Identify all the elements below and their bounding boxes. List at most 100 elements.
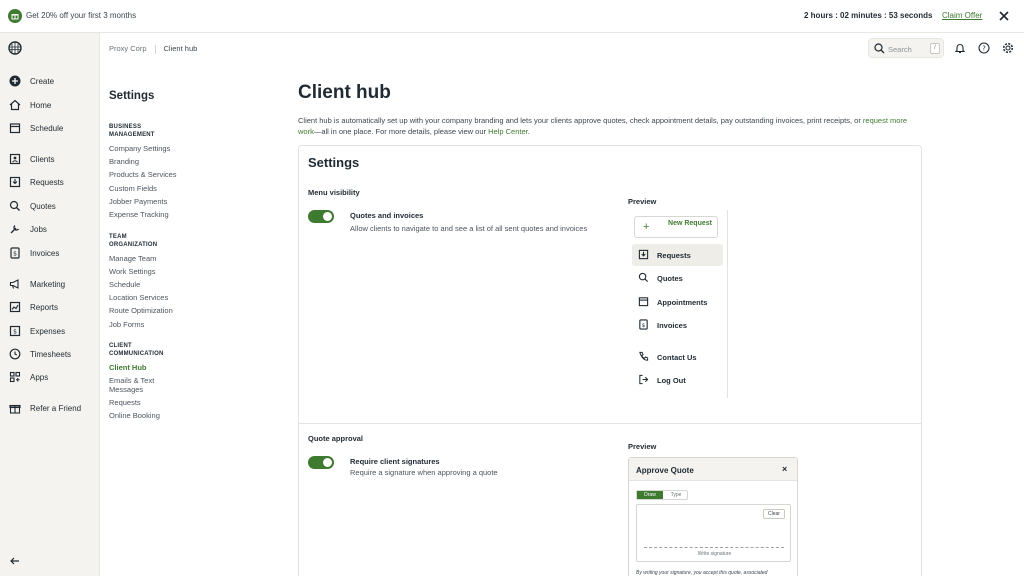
promo-bar: Get 20% off your first 3 months 2 hours … <box>0 0 1024 33</box>
clients-icon <box>9 153 21 165</box>
nav-item-schedule[interactable]: Schedule <box>0 118 100 138</box>
new-request-button[interactable]: + New Request <box>634 216 718 238</box>
nav-item-quotes[interactable]: Quotes <box>0 196 100 216</box>
settings-link[interactable]: Expense Tracking <box>109 210 169 219</box>
signature-note: By writing your signature, you accept th… <box>636 570 768 576</box>
preview-item-appointments[interactable]: Appointments <box>632 291 723 313</box>
preview-item-label: Appointments <box>657 298 708 307</box>
logout-icon <box>638 374 649 385</box>
help-center-link[interactable]: Help Center <box>488 127 528 136</box>
signature-line <box>644 547 784 548</box>
nav-item-home[interactable]: Home <box>0 95 100 115</box>
nav-item-expenses[interactable]: $ Expenses <box>0 321 100 341</box>
preview-item-contact-us[interactable]: Contact Us <box>632 346 723 368</box>
help-icon[interactable]: ? <box>978 42 990 54</box>
search-shortcut: / <box>930 43 940 54</box>
nav-label: Home <box>30 101 52 110</box>
calendar-icon <box>9 122 21 134</box>
nav-item-jobs[interactable]: Jobs <box>0 219 100 239</box>
settings-link[interactable]: Manage Team <box>109 254 156 263</box>
nav-item-apps[interactable]: Apps <box>0 367 100 387</box>
approve-quote-preview: Approve Quote × Draw Type Clear Write si… <box>628 457 798 576</box>
collapse-sidebar-icon[interactable] <box>9 555 21 567</box>
quotes-icon <box>638 272 649 283</box>
desc-text: . <box>527 126 530 136</box>
nav-item-create[interactable]: Create <box>0 71 100 91</box>
plus-icon: + <box>643 221 650 233</box>
preview-item-quotes[interactable]: Quotes <box>632 267 723 289</box>
tab-type[interactable]: Type <box>663 491 689 499</box>
main-sidebar: Create Home Schedule Clients Requests Qu… <box>0 33 100 576</box>
settings-link[interactable]: Custom Fields <box>109 184 157 193</box>
client-signatures-toggle[interactable] <box>308 456 334 469</box>
quotes-invoices-title: Quotes and invoices <box>350 211 424 220</box>
clear-button[interactable]: Clear <box>763 509 785 519</box>
settings-link[interactable]: Requests <box>109 398 141 407</box>
quotes-invoices-toggle[interactable] <box>308 210 334 223</box>
reports-icon <box>9 301 21 313</box>
breadcrumb-company[interactable]: Proxy Corp <box>109 44 147 53</box>
jobber-logo-icon[interactable] <box>8 41 22 55</box>
close-icon[interactable] <box>996 8 1012 24</box>
settings-link[interactable]: Job Forms <box>109 320 144 329</box>
page-description: Client hub is automatically set up with … <box>298 116 908 137</box>
search-input[interactable]: Search / <box>868 38 944 58</box>
quotes-icon <box>9 200 21 212</box>
preview-item-invoices[interactable]: $ Invoices <box>632 314 723 336</box>
card-title: Settings <box>308 155 360 170</box>
nav-label: Quotes <box>30 202 56 211</box>
preview-item-label: Invoices <box>657 321 688 330</box>
invoices-icon: $ <box>638 319 649 330</box>
settings-link[interactable]: Branding <box>109 157 139 166</box>
approve-quote-header: Approve Quote × <box>629 458 797 481</box>
nav-label: Invoices <box>30 249 60 258</box>
requests-icon <box>638 249 649 260</box>
svg-text:$: $ <box>642 323 646 329</box>
nav-item-timesheets[interactable]: Timesheets <box>0 344 100 364</box>
breadcrumb-divider <box>154 44 156 54</box>
settings-link[interactable]: Online Booking <box>109 411 160 420</box>
settings-link[interactable]: Route Optimization <box>109 306 173 315</box>
nav-item-refer-a-friend[interactable]: Refer a Friend <box>0 398 100 418</box>
plus-circle-icon <box>9 75 21 87</box>
gear-icon[interactable] <box>1002 42 1014 54</box>
nav-label: Clients <box>30 155 55 164</box>
settings-nav-title: Settings <box>109 90 155 102</box>
promo-timer: 2 hours : 02 minutes : 53 seconds <box>804 11 933 20</box>
settings-link[interactable]: Work Settings <box>109 267 156 276</box>
tab-draw[interactable]: Draw <box>637 491 663 499</box>
page-title: Client hub <box>298 82 391 103</box>
preview-item-log-out[interactable]: Log Out <box>632 369 723 391</box>
nav-item-requests[interactable]: Requests <box>0 172 100 192</box>
settings-link[interactable]: Schedule <box>109 280 140 289</box>
nav-item-clients[interactable]: Clients <box>0 149 100 169</box>
settings-link[interactable]: Company Settings <box>109 144 170 153</box>
new-request-label: New Request <box>668 220 712 227</box>
settings-link-active[interactable]: Client Hub <box>109 363 147 372</box>
nav-item-reports[interactable]: Reports <box>0 297 100 317</box>
svg-text:$: $ <box>13 251 17 258</box>
preview-item-requests[interactable]: Requests <box>632 244 723 266</box>
close-icon[interactable]: × <box>782 464 787 474</box>
signature-pad[interactable]: Clear Write signature <box>636 504 791 562</box>
svg-text:?: ? <box>982 45 986 53</box>
nav-label: Schedule <box>30 124 64 133</box>
settings-link[interactable]: Jobber Payments <box>109 197 167 206</box>
preview-label: Preview <box>628 442 657 451</box>
nav-label: Refer a Friend <box>30 404 82 413</box>
nav-item-invoices[interactable]: $ Invoices <box>0 243 100 263</box>
home-icon <box>9 99 21 111</box>
claim-offer-link[interactable]: Claim Offer <box>942 11 982 20</box>
nav-label: Marketing <box>30 280 66 289</box>
settings-link[interactable]: Emails & Text Messages <box>109 376 169 394</box>
section-divider <box>299 423 921 424</box>
settings-link[interactable]: Products & Services <box>109 170 177 179</box>
bell-icon[interactable] <box>954 42 966 54</box>
desc-text: —all in one place. For more details, ple… <box>313 126 489 136</box>
svg-text:$: $ <box>13 329 17 336</box>
client-signatures-desc: Require a signature when approving a quo… <box>350 468 498 477</box>
nav-item-marketing[interactable]: Marketing <box>0 274 100 294</box>
nav-label: Reports <box>30 303 59 312</box>
settings-section-team: TEAM ORGANIZATION <box>109 234 158 248</box>
settings-link[interactable]: Location Services <box>109 293 168 302</box>
